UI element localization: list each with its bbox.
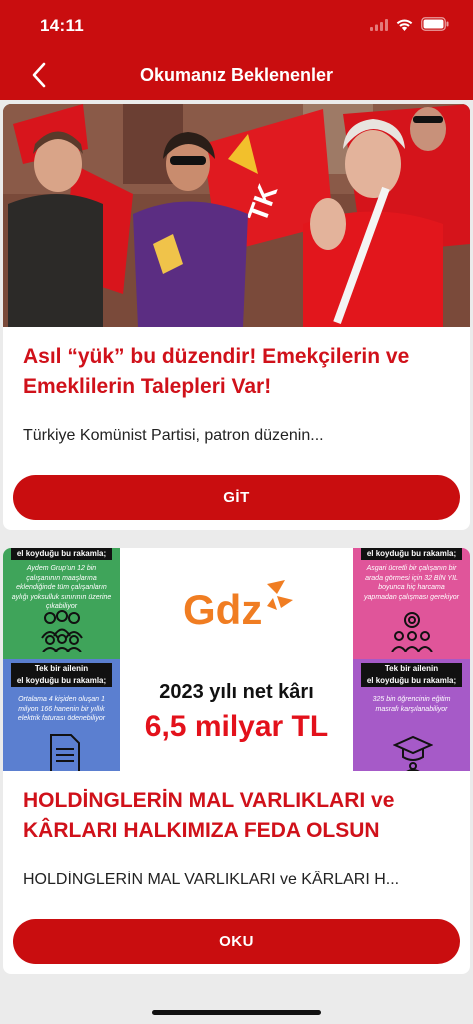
- panel-text: Aydem Grup'un 12 bin çalışanının maaşlar…: [11, 565, 112, 610]
- info-panel-pink: el koyduğu bu rakamla; Asgari ücretli bi…: [353, 548, 470, 659]
- article-image[interactable]: el koyduğu bu rakamla; Aydem Grup'un 12 …: [3, 548, 470, 771]
- panel-heading-line: Tek bir ailenin: [34, 664, 89, 673]
- gdz-logo: Gdz: [120, 576, 353, 637]
- info-panel-blue: Tek bir ailenin el koyduğu bu rakamla; O…: [3, 659, 120, 771]
- article-title[interactable]: Asıl “yük” bu düzendir! Emekçilerin ve E…: [23, 342, 452, 402]
- article-card: el koyduğu bu rakamla; Aydem Grup'un 12 …: [3, 548, 470, 974]
- wifi-icon: [396, 18, 413, 36]
- home-indicator[interactable]: [152, 1010, 321, 1015]
- article-title[interactable]: HOLDİNGLERİN MAL VARLIKLARI ve KÂRLARI H…: [23, 786, 452, 846]
- svg-text:Gdz: Gdz: [183, 586, 262, 632]
- status-bar: 14:11: [0, 0, 473, 50]
- panel-heading: el koyduğu bu rakamla;: [11, 548, 112, 560]
- signal-icon: [370, 18, 388, 36]
- info-panel-purple: Tek bir ailenin el koyduğu bu rakamla; 3…: [353, 659, 470, 771]
- graduation-cap-icon: [393, 735, 433, 771]
- article-image[interactable]: TK: [3, 104, 470, 327]
- article-excerpt: HOLDİNGLERİN MAL VARLIKLARI ve KÂRLARI H…: [23, 871, 400, 888]
- panel-text: Ortalama 4 kişiden oluşan 1 milyon 166 h…: [17, 696, 106, 722]
- info-panel-green: el koyduğu bu rakamla; Aydem Grup'un 12 …: [3, 548, 120, 659]
- battery-icon: [421, 17, 449, 36]
- page-title: Okumanız Beklenenler: [139, 65, 334, 85]
- net-profit-value: 6,5 milyar TL: [144, 710, 329, 743]
- panel-heading: el koyduğu bu rakamla;: [361, 548, 462, 560]
- panel-text: Asgari ücretli bir çalışanın bir arada g…: [364, 565, 459, 601]
- document-icon: [50, 734, 80, 771]
- status-icons: [370, 17, 449, 36]
- nav-bar: Okumanız Beklenenler: [0, 50, 473, 100]
- panel-text: 325 bin öğrencinin eğitim masrafı karşıl…: [372, 696, 451, 713]
- read-button[interactable]: OKU: [13, 919, 460, 964]
- article-excerpt: Türkiye Komünist Partisi, patron düzenin…: [23, 427, 324, 444]
- article-card: TK Asıl “yük” bu düzendir! Emekçilerin v…: [3, 104, 470, 530]
- status-time: 14:11: [40, 16, 85, 35]
- people-group-icon: [41, 610, 83, 652]
- panel-heading-line: el koyduğu bu rakamla;: [366, 676, 457, 685]
- panel-heading-line: el koyduğu bu rakamla;: [16, 676, 107, 685]
- panel-heading-line: Tek bir ailenin: [384, 664, 439, 673]
- gear-people-icon: [391, 612, 433, 652]
- panel-heading: Tek bir ailenin el koyduğu bu rakamla;: [361, 663, 462, 687]
- top-bar: 14:11 Okumanız Beklenenler: [0, 0, 473, 100]
- net-profit-label: 2023 yılı net kârı: [159, 681, 314, 703]
- go-button[interactable]: GİT: [13, 475, 460, 520]
- panel-heading: Tek bir ailenin el koyduğu bu rakamla;: [11, 663, 112, 687]
- info-center-panel: Gdz 2023 yılı net kârı 6,5 milyar TL: [120, 548, 353, 771]
